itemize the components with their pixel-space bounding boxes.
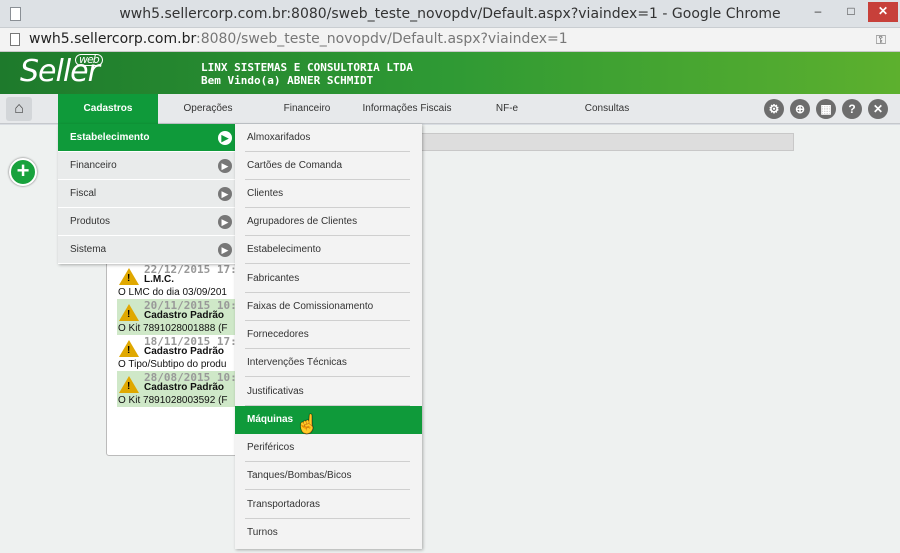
submenu-item-cartoes-de-comanda[interactable]: Cartões de Comanda: [235, 152, 422, 180]
notifications-panel: ! 22/12/2015 17:5 L.M.C. O LMC do dia 03…: [106, 248, 246, 456]
toolbar-strip: [420, 133, 794, 151]
menu-item-label: Fiscal: [70, 188, 97, 199]
submenu-item-label: Almoxarifados: [247, 132, 311, 143]
nav-informacoes-fiscais[interactable]: Informações Fiscais: [356, 94, 458, 124]
help-icon[interactable]: ?: [842, 99, 862, 119]
menu-item-label: Financeiro: [70, 160, 117, 171]
menu-item-sistema[interactable]: Sistema ▶: [58, 236, 237, 264]
nav-operacoes[interactable]: Operações: [158, 94, 258, 124]
hand-cursor-icon: ☝: [296, 414, 319, 434]
submenu-item-agrupadores-de-clientes[interactable]: Agrupadores de Clientes: [235, 208, 422, 236]
close-icon[interactable]: ✕: [868, 99, 888, 119]
nav-consultas[interactable]: Consultas: [556, 94, 658, 124]
submenu-item-label: Turnos: [247, 527, 278, 538]
submenu-item-label: Cartões de Comanda: [247, 160, 343, 171]
submenu-item-label: Agrupadores de Clientes: [247, 216, 358, 227]
app-header: Seller web LINX SISTEMAS E CONSULTORIA LT…: [0, 52, 900, 94]
submenu-item-fornecedores[interactable]: Fornecedores: [235, 321, 422, 349]
menu-item-financeiro[interactable]: Financeiro ▶: [58, 152, 237, 180]
cadastros-menu: Estabelecimento ▶ Financeiro ▶ Fiscal ▶ Pro…: [58, 124, 237, 264]
seller-logo[interactable]: Seller web: [20, 54, 103, 89]
submenu-item-label: Justificativas: [247, 386, 304, 397]
submenu-item-label: Transportadoras: [247, 499, 320, 510]
submenu-item-fabricantes[interactable]: Fabricantes: [235, 265, 422, 293]
menu-item-label: Sistema: [70, 244, 107, 255]
notification-item[interactable]: ! 22/12/2015 17:5 L.M.C. O LMC do dia 03…: [117, 263, 245, 299]
notification-subject: Cadastro Padrão: [144, 382, 225, 393]
submenu-item-estabelecimento[interactable]: Estabelecimento: [235, 236, 422, 264]
add-icon[interactable]: +: [9, 158, 37, 186]
notification-desc: O LMC do dia 03/09/201: [118, 287, 227, 298]
submenu-item-intervencoes-tecnicas[interactable]: Intervenções Técnicas: [235, 349, 422, 377]
chevron-right-icon: ▶: [218, 187, 232, 201]
notification-item[interactable]: ! 20/11/2015 10:3 Cadastro Padrão O Kit …: [117, 299, 245, 335]
nav-nfe[interactable]: NF-e: [458, 94, 556, 124]
gear-icon[interactable]: ⚙: [764, 99, 784, 119]
minimize-button[interactable]: –: [804, 2, 832, 22]
window-title: wwh5.sellercorp.com.br:8080/sweb_teste_n…: [119, 6, 781, 22]
chevron-right-icon: ▶: [218, 215, 232, 229]
browser-title-bar: wwh5.sellercorp.com.br:8080/sweb_teste_n…: [0, 0, 900, 28]
estabelecimento-submenu: Almoxarifados Cartões de Comanda Cliente…: [235, 124, 422, 549]
submenu-item-tanques-bombas-bicos[interactable]: Tanques/Bombas/Bicos: [235, 462, 422, 490]
submenu-item-label: Estabelecimento: [247, 244, 321, 255]
menu-item-label: Produtos: [70, 216, 111, 227]
lock-icon[interactable]: ⊕: [790, 99, 810, 119]
menu-item-fiscal[interactable]: Fiscal ▶: [58, 180, 237, 208]
key-icon[interactable]: ⚿: [876, 32, 886, 48]
notification-desc: O Kit 7891028001888 (F: [118, 323, 228, 334]
calculator-icon[interactable]: ▦: [816, 99, 836, 119]
chevron-right-icon: ▶: [218, 243, 232, 257]
url-text[interactable]: wwh5.sellercorp.com.br:8080/sweb_teste_n…: [29, 31, 568, 47]
chevron-right-icon: ▶: [218, 159, 232, 173]
url-path: :8080/sweb_teste_novopdv/Default.aspx?vi…: [195, 31, 568, 47]
submenu-item-faixas-de-comissionamento[interactable]: Faixas de Comissionamento: [235, 293, 422, 321]
submenu-item-almoxarifados[interactable]: Almoxarifados: [235, 124, 422, 152]
notification-subject: Cadastro Padrão: [144, 310, 225, 321]
notification-desc: O Tipo/Subtipo do produ: [118, 359, 227, 370]
home-icon[interactable]: ⌂: [6, 97, 32, 121]
submenu-item-turnos[interactable]: Turnos: [235, 519, 422, 547]
company-name: LINX SISTEMAS E CONSULTORIA LTDA: [201, 61, 413, 74]
submenu-item-maquinas[interactable]: Máquinas: [235, 406, 422, 434]
notification-item[interactable]: ! 18/11/2015 17:1 Cadastro Padrão O Tipo…: [117, 335, 245, 371]
notification-desc: O Kit 7891028003592 (F: [118, 395, 228, 406]
submenu-item-label: Máquinas: [247, 414, 294, 425]
notification-subject: Cadastro Padrão: [144, 346, 225, 357]
submenu-item-clientes[interactable]: Clientes: [235, 180, 422, 208]
submenu-item-label: Fabricantes: [247, 273, 300, 284]
url-host: wwh5.sellercorp.com.br: [29, 31, 196, 47]
logo-badge: web: [75, 54, 103, 66]
submenu-item-label: Intervenções Técnicas: [247, 357, 347, 368]
welcome-text: Bem Vindo(a) ABNER SCHMIDT: [201, 74, 374, 87]
submenu-item-label: Tanques/Bombas/Bicos: [247, 470, 352, 481]
notification-item[interactable]: ! 28/08/2015 10:3 Cadastro Padrão O Kit …: [117, 371, 245, 407]
document-icon: [10, 33, 20, 46]
menu-item-label: Estabelecimento: [70, 132, 150, 143]
menu-item-estabelecimento[interactable]: Estabelecimento ▶: [58, 124, 237, 152]
address-bar[interactable]: wwh5.sellercorp.com.br:8080/sweb_teste_n…: [0, 28, 900, 52]
submenu-item-label: Fornecedores: [247, 329, 309, 340]
close-window-button[interactable]: ✕: [868, 2, 898, 22]
nav-cadastros[interactable]: Cadastros: [58, 94, 158, 124]
submenu-item-justificativas[interactable]: Justificativas: [235, 378, 422, 406]
maximize-button[interactable]: □: [837, 2, 865, 22]
menu-item-produtos[interactable]: Produtos ▶: [58, 208, 237, 236]
submenu-item-perifericos[interactable]: Periféricos: [235, 434, 422, 462]
chevron-right-icon: ▶: [218, 131, 232, 145]
submenu-item-transportadoras[interactable]: Transportadoras: [235, 491, 422, 519]
nav-financeiro[interactable]: Financeiro: [258, 94, 356, 124]
submenu-item-label: Faixas de Comissionamento: [247, 301, 374, 312]
main-nav: ⌂ Cadastros Operações Financeiro Informa…: [0, 94, 900, 124]
notification-subject: L.M.C.: [144, 274, 174, 285]
submenu-item-label: Periféricos: [247, 442, 295, 453]
submenu-item-label: Clientes: [247, 188, 284, 199]
